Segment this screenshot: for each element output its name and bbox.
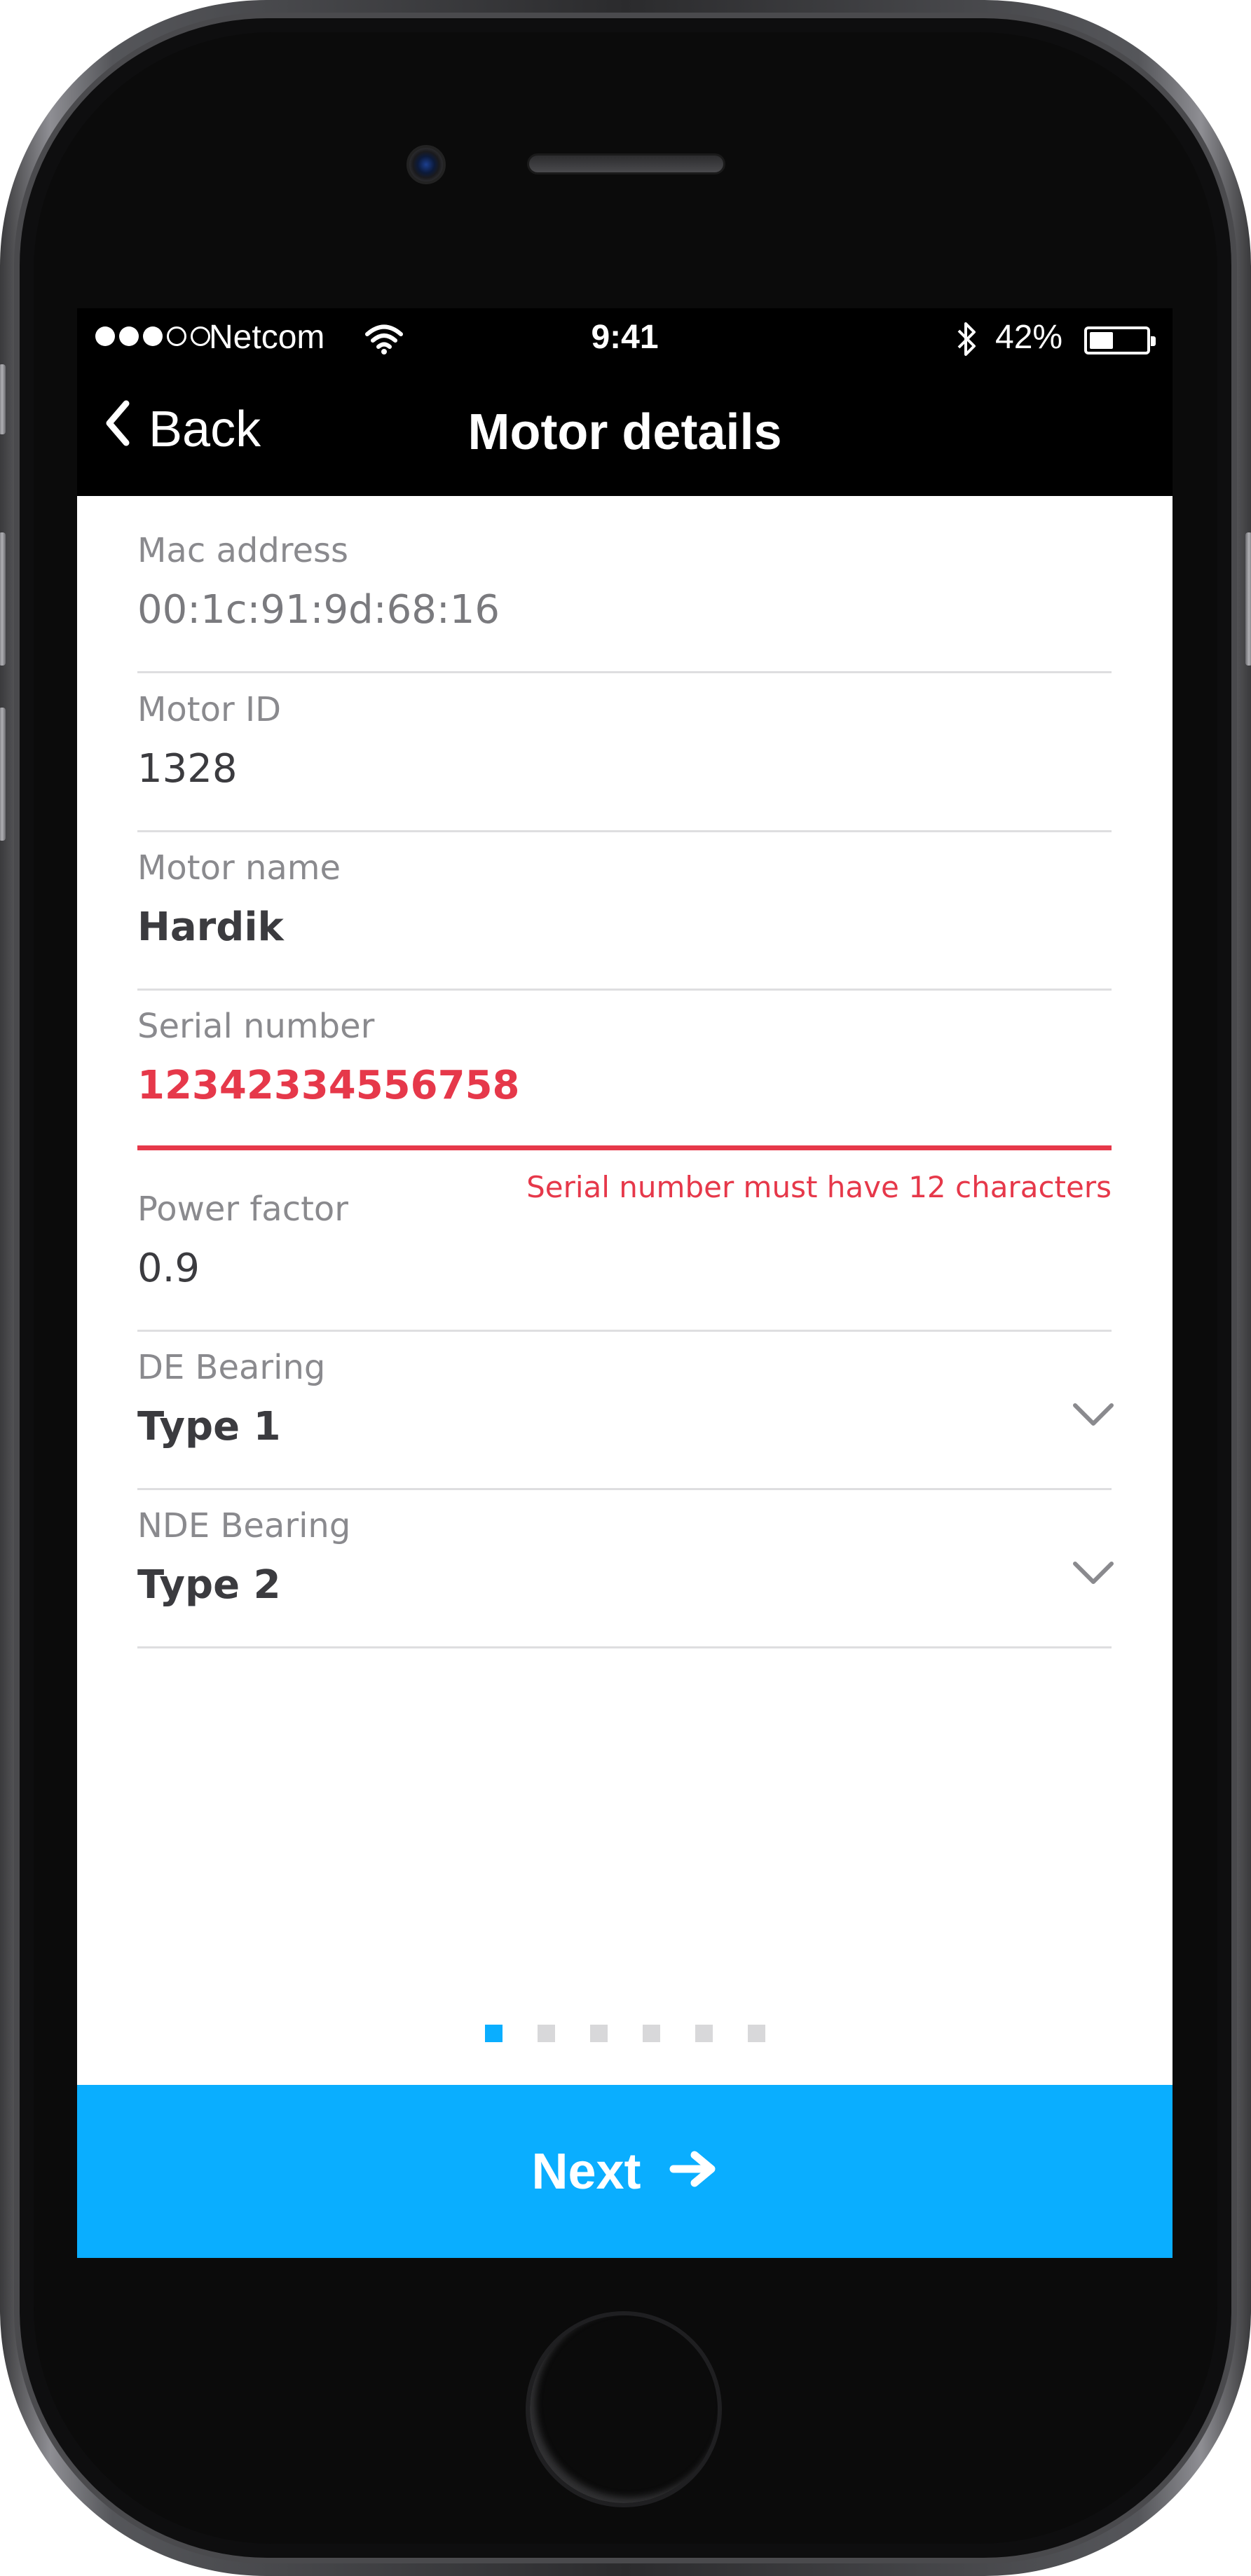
serial-number-input[interactable]: 12342334556758 bbox=[137, 1063, 520, 1108]
page-title: Motor details bbox=[467, 404, 782, 460]
front-camera bbox=[406, 145, 446, 184]
next-button[interactable]: Next bbox=[77, 2085, 1173, 2258]
motor-name-label: Motor name bbox=[137, 848, 341, 888]
power-factor-label: Power factor bbox=[137, 1190, 349, 1229]
page-dot bbox=[537, 2025, 555, 2042]
battery-icon bbox=[1084, 326, 1156, 354]
page-dot bbox=[747, 2025, 765, 2042]
de-bearing-label: DE Bearing bbox=[137, 1348, 326, 1387]
volume-up-button bbox=[0, 532, 6, 666]
power-factor-input[interactable]: 0.9 bbox=[137, 1246, 200, 1291]
status-bar: Netcom 9:41 42% bbox=[77, 308, 1173, 370]
error-underline bbox=[137, 1145, 1112, 1150]
nde-bearing-label: NDE Bearing bbox=[137, 1506, 351, 1545]
chevron-down-icon[interactable] bbox=[1068, 1555, 1119, 1590]
arrow-right-icon bbox=[669, 2143, 718, 2200]
page-indicator bbox=[77, 2025, 1173, 2042]
bluetooth-icon bbox=[953, 319, 981, 367]
divider bbox=[137, 830, 1112, 832]
page-dot bbox=[695, 2025, 713, 2042]
volume-down-button bbox=[0, 708, 6, 841]
page-dot bbox=[589, 2025, 608, 2042]
earpiece-speaker bbox=[527, 153, 725, 174]
mac-address-label: Mac address bbox=[137, 531, 349, 570]
page-dot bbox=[642, 2025, 660, 2042]
mac-address-value: 00:1c:91:9d:68:16 bbox=[137, 587, 500, 633]
power-button bbox=[1245, 532, 1251, 666]
divider bbox=[137, 989, 1112, 991]
serial-number-error-message: Serial number must have 12 characters bbox=[526, 1170, 1112, 1204]
nde-bearing-value[interactable]: Type 2 bbox=[137, 1562, 281, 1608]
motor-id-label: Motor ID bbox=[137, 690, 282, 729]
home-button[interactable] bbox=[526, 2311, 722, 2507]
divider bbox=[137, 1330, 1112, 1332]
divider bbox=[137, 1488, 1112, 1490]
divider bbox=[137, 671, 1112, 673]
de-bearing-value[interactable]: Type 1 bbox=[137, 1404, 281, 1449]
silent-switch bbox=[0, 364, 6, 434]
navigation-bar: Back Motor details bbox=[77, 370, 1173, 496]
next-label: Next bbox=[531, 2143, 641, 2200]
serial-number-label: Serial number bbox=[137, 1007, 375, 1046]
motor-id-input[interactable]: 1328 bbox=[137, 746, 238, 792]
page-dot-active bbox=[484, 2025, 503, 2042]
phone-frame: Netcom 9:41 42% Back Motor details Mac a… bbox=[0, 0, 1251, 2576]
motor-name-input[interactable]: Hardik bbox=[137, 904, 284, 950]
chevron-down-icon[interactable] bbox=[1068, 1397, 1119, 1432]
app-screen: Netcom 9:41 42% Back Motor details Mac a… bbox=[77, 308, 1173, 2258]
divider bbox=[137, 1646, 1112, 1648]
battery-percent: 42% bbox=[995, 319, 1063, 356]
